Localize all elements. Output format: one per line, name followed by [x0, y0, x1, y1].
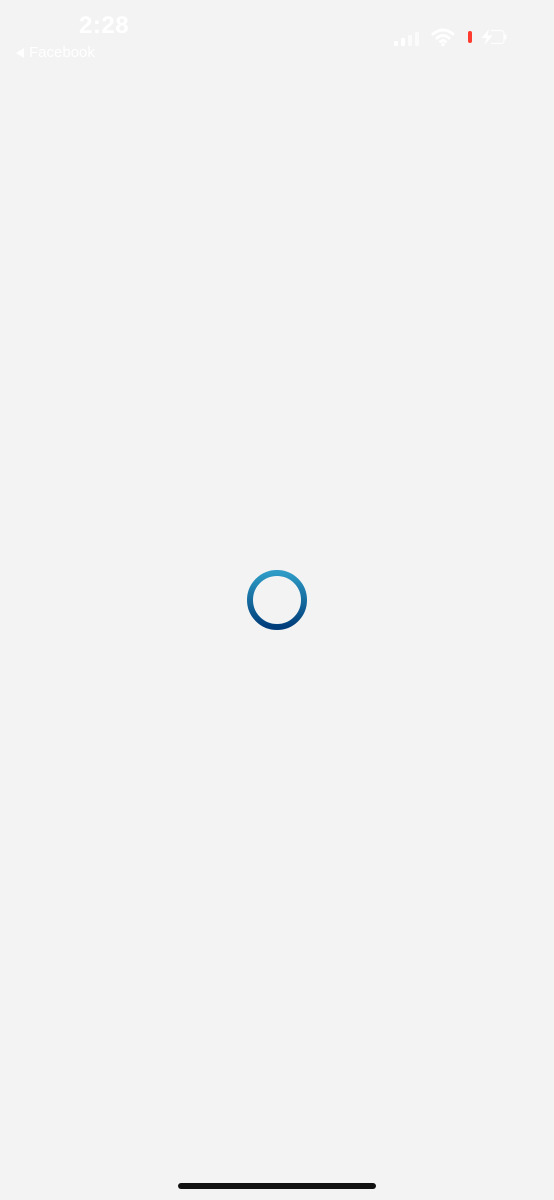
- battery-charging-icon: [481, 29, 507, 45]
- battery-alert-indicator: [468, 31, 472, 43]
- time-label: 2:28: [79, 12, 130, 39]
- wifi-icon: [431, 28, 455, 47]
- home-indicator[interactable]: [178, 1183, 376, 1189]
- back-to-facebook-link[interactable]: Facebook: [16, 44, 95, 61]
- status-bar: 2:28 Facebook: [0, 0, 554, 70]
- back-link-label: Facebook: [29, 44, 95, 61]
- signal-icon: [394, 31, 422, 46]
- back-arrow-icon: [16, 47, 24, 58]
- loading-spinner-icon: [247, 570, 307, 630]
